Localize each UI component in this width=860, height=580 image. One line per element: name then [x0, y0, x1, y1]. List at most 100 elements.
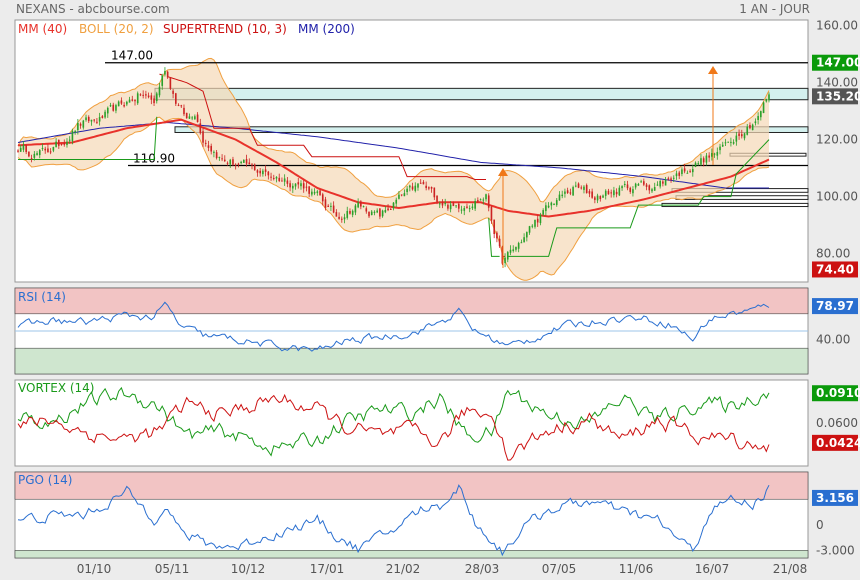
candle-body [232, 159, 234, 165]
rsi-band-1 [14, 347, 809, 375]
candle-body [702, 158, 705, 163]
rsi-band-0 [14, 287, 809, 315]
price-legend-item-3: MM (200) [298, 22, 355, 36]
badge-rsi: 78.97 [816, 299, 854, 313]
candle-body [754, 121, 757, 124]
candle-body [278, 177, 281, 181]
candle-body [376, 210, 378, 213]
candle-body [757, 116, 759, 120]
candle-body [765, 98, 768, 102]
candle-body [634, 183, 637, 188]
candle-body [213, 151, 215, 153]
candle-body [338, 216, 340, 219]
candle-body [316, 191, 319, 193]
candle-body [319, 190, 321, 195]
badge-pgo: 3.156 [816, 491, 854, 505]
candle-body [572, 187, 574, 196]
candle-body [615, 191, 618, 195]
candle-body [452, 203, 455, 207]
price-zone-0 [154, 87, 809, 101]
candle-body [768, 94, 770, 101]
candle-body [281, 180, 283, 182]
candle-body [308, 186, 310, 194]
candle-body [656, 184, 659, 186]
badge-price-last: 135.20 [816, 89, 860, 103]
candle-body [564, 191, 566, 194]
candle-body [583, 186, 585, 190]
candle-body [599, 196, 602, 199]
rsi-tick-label-0: 40.00 [816, 333, 850, 347]
candle-body [243, 159, 245, 163]
pgo-tick-label-1: -3.000 [816, 543, 855, 557]
candle-body [96, 121, 98, 123]
candle-body [553, 204, 555, 206]
candle-body [172, 90, 174, 94]
candle-body [134, 99, 136, 102]
candle-body [664, 179, 667, 186]
candle-body [256, 170, 259, 173]
price-legend-item-0: MM (40) [18, 22, 67, 36]
candle-body [395, 199, 398, 204]
candle-body [719, 146, 721, 151]
candle-body [422, 181, 425, 185]
candle-body [49, 151, 52, 153]
candle-body [602, 195, 604, 198]
candle-body [411, 186, 414, 190]
candle-body [302, 183, 305, 189]
x-tick-label-3: 17/01 [310, 562, 345, 576]
candle-body [343, 217, 346, 220]
candle-body [41, 147, 44, 149]
candle-body [202, 131, 204, 143]
candle-body [419, 182, 422, 184]
price-tick-label-4: 160.00 [816, 19, 858, 33]
candle-body [534, 219, 536, 227]
candle-body [158, 86, 161, 96]
candle-body [523, 237, 525, 243]
candle-body [490, 206, 493, 221]
candle-body [275, 176, 278, 179]
candle-body [531, 225, 534, 227]
candle-body [713, 153, 716, 155]
candle-body [183, 107, 185, 115]
candle-body [292, 185, 294, 189]
candle-body [400, 194, 403, 196]
candle-body [683, 168, 686, 172]
candle-body [199, 123, 202, 134]
candle-body [504, 257, 506, 264]
candle-body [585, 185, 588, 194]
candle-body [60, 143, 63, 145]
candle-body [286, 180, 289, 184]
candle-body [82, 120, 85, 128]
candle-body [694, 162, 697, 167]
candle-body [645, 184, 648, 187]
candle-body [332, 205, 335, 213]
candle-body [251, 164, 253, 166]
candle-body [180, 105, 183, 107]
price-tick-label-3: 140.00 [816, 76, 858, 90]
candle-body [19, 147, 22, 152]
candle-body [128, 99, 131, 103]
candle-body [313, 191, 316, 194]
candle-body [547, 205, 550, 208]
candle-body [145, 94, 147, 96]
candle-body [496, 232, 498, 239]
candle-body [648, 185, 651, 191]
candle-body [131, 99, 134, 101]
candle-body [120, 100, 123, 104]
x-tick-label-0: 01/10 [77, 562, 112, 576]
candle-body [517, 243, 520, 249]
candle-body [351, 210, 354, 215]
candle-body [667, 178, 670, 180]
candle-body [705, 155, 708, 163]
candle-body [482, 199, 485, 201]
candle-body [455, 205, 457, 207]
candle-body [272, 177, 275, 179]
candle-body [626, 184, 629, 189]
candle-body [365, 208, 368, 212]
candle-body [681, 169, 683, 175]
candle-body [493, 219, 495, 235]
candle-body [101, 116, 104, 118]
candle-body [526, 232, 528, 238]
candle-body [428, 187, 430, 189]
candle-body [392, 202, 395, 209]
